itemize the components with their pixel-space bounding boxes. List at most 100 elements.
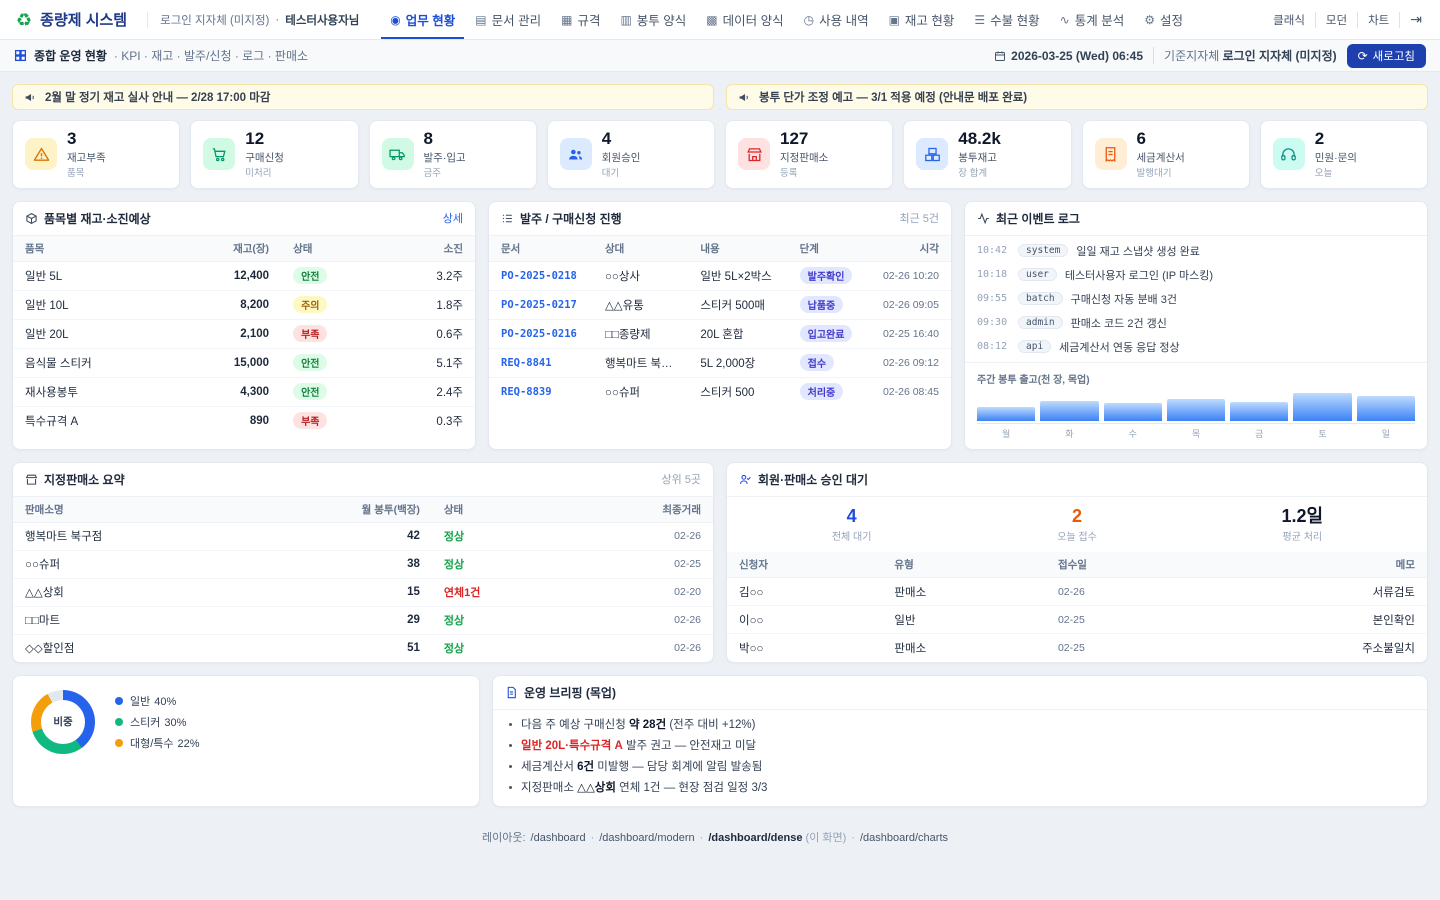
nav-item[interactable]: ▩ 데이터 양식 bbox=[697, 0, 792, 39]
order-doc-link[interactable]: PO-2025-0218 bbox=[501, 270, 577, 282]
kpi-card-complaints[interactable]: 2민원·문의오늘 bbox=[1260, 120, 1428, 189]
nav-item-icon: ◉ bbox=[390, 13, 400, 27]
outlet-name: △△상회 bbox=[13, 578, 244, 606]
stage-badge: 입고완료 bbox=[800, 325, 853, 342]
order-row: PO-2025-0218 ○○상사 일반 5L×2박스 발주확인 02-26 1… bbox=[489, 261, 951, 290]
layout-link[interactable]: /dashboard/charts bbox=[860, 832, 948, 844]
layout-link[interactable]: /dashboard/dense bbox=[708, 832, 802, 844]
briefing-pre: 지정판매소 bbox=[521, 782, 577, 794]
outlet-row: 행복마트 북구점 42 정상 02-26 bbox=[13, 522, 713, 550]
depletion-weeks: 3.2주 bbox=[385, 261, 475, 290]
nav-item-icon: ☰ bbox=[974, 13, 985, 27]
outlet-status: 정상 bbox=[444, 531, 464, 543]
kpi-card-tax-invoices[interactable]: 6세금계산서발행대기 bbox=[1082, 120, 1250, 189]
kpi-card-purchase-requests[interactable]: 12구매신청미처리 bbox=[190, 120, 358, 189]
nav-item[interactable]: ▣ 재고 현황 bbox=[880, 0, 964, 39]
stage-badge: 납품중 bbox=[800, 296, 844, 313]
counterparty: ○○상사 bbox=[593, 261, 688, 290]
nav-item[interactable]: ▥ 봉투 양식 bbox=[611, 0, 695, 39]
kpi-card-bag-inventory[interactable]: 48.2k봉투재고장 합계 bbox=[903, 120, 1071, 189]
detail-link[interactable]: 상세 bbox=[443, 210, 463, 226]
bar bbox=[1230, 402, 1288, 421]
layout-link[interactable]: /dashboard/modern bbox=[599, 832, 694, 844]
weekday-labels: 월화수목금토일 bbox=[977, 423, 1415, 440]
panel-title: 회원·판매소 승인 대기 bbox=[739, 471, 868, 488]
order-doc-link[interactable]: PO-2025-0216 bbox=[501, 328, 577, 340]
warning-icon bbox=[25, 138, 57, 170]
refresh-button[interactable]: ⟳ 새로고침 bbox=[1347, 44, 1426, 68]
panel-title: 최근 이벤트 로그 bbox=[977, 210, 1080, 227]
kpi-label: 재고부족 bbox=[67, 150, 106, 165]
counterparty: 행복마트 북… bbox=[593, 348, 688, 377]
kpi-card-member-approvals[interactable]: 4회원승인대기 bbox=[547, 120, 715, 189]
approval-row: 박○○ 판매소 02-25 주소불일치 bbox=[727, 634, 1427, 662]
outlet-name: 행복마트 북구점 bbox=[13, 522, 244, 550]
log-entry: 10:18 user 테스터사용자 로그인 (IP 마스킹) bbox=[965, 263, 1427, 287]
nav-item[interactable]: ⚙ 설정 bbox=[1135, 0, 1192, 39]
dashboard-content: 2월 말 정기 재고 실사 안내 — 2/28 17:00 마감 봉투 단가 조… bbox=[0, 72, 1440, 859]
nav-item[interactable]: ◷ 사용 내역 bbox=[795, 0, 878, 39]
legend-item: 스티커30% bbox=[115, 714, 200, 730]
stat-today-received: 2 오늘 접수 bbox=[964, 507, 1189, 544]
grid-icon bbox=[14, 49, 27, 62]
received-date: 02-26 bbox=[1046, 578, 1201, 606]
item-name: 일반 5L bbox=[13, 261, 174, 290]
memo: 서류검토 bbox=[1201, 578, 1427, 606]
view-mode-switcher: 클래식모던차트 bbox=[1263, 12, 1400, 28]
kpi-label: 발주·입고 bbox=[424, 150, 466, 165]
order-time: 02-26 09:12 bbox=[868, 348, 951, 377]
bar bbox=[1040, 401, 1098, 421]
box-icon bbox=[25, 212, 38, 225]
kpi-card-designated-outlets[interactable]: 127지정판매소등록 bbox=[725, 120, 893, 189]
kpi-card-stock-shortage[interactable]: 3재고부족품목 bbox=[12, 120, 180, 189]
log-tag: api bbox=[1018, 340, 1051, 353]
nav-item-label: 사용 내역 bbox=[819, 10, 868, 29]
nav-item[interactable]: ▦ 규격 bbox=[552, 0, 609, 39]
memo: 본인확인 bbox=[1201, 606, 1427, 634]
nav-item-icon: ◷ bbox=[804, 13, 814, 27]
day-label: 금 bbox=[1230, 427, 1288, 440]
view-mode-link[interactable]: 모던 bbox=[1316, 12, 1358, 28]
recent-count-label: 최근 5건 bbox=[899, 210, 939, 226]
layout-link[interactable]: /dashboard bbox=[531, 832, 586, 844]
stock-row: 일반 10L 8,200 주의 1.8주 bbox=[13, 290, 475, 319]
breadcrumb: 종합 운영 현황 · KPI · 재고 · 발주/신청 · 로그 · 판매소 bbox=[14, 47, 308, 64]
nav-item-icon: ▥ bbox=[620, 13, 631, 27]
last-trade-date: 02-26 bbox=[570, 522, 713, 550]
item-name: 음식물 스티커 bbox=[13, 348, 174, 377]
view-mode-link[interactable]: 차트 bbox=[1358, 12, 1400, 28]
kpi-value: 8 bbox=[424, 130, 466, 149]
log-message: 일일 재고 스냅샷 생성 완료 bbox=[1076, 243, 1200, 259]
nav-item[interactable]: ∿ 통계 분석 bbox=[1051, 0, 1134, 39]
nav-item-label: 규격 bbox=[577, 10, 600, 29]
kpi-label: 봉투재고 bbox=[958, 150, 1001, 165]
nav-item[interactable]: ☰ 수불 현황 bbox=[965, 0, 1048, 39]
nav-item-label: 업무 현황 bbox=[406, 10, 455, 29]
user-check-icon bbox=[739, 473, 752, 486]
order-doc-link[interactable]: PO-2025-0217 bbox=[501, 299, 577, 311]
kpi-card-orders-inbound[interactable]: 8발주·입고금주 bbox=[369, 120, 537, 189]
outlet-row: △△상회 15 연체1건 02-20 bbox=[13, 578, 713, 606]
view-mode-link[interactable]: 클래식 bbox=[1263, 12, 1316, 28]
panel-title: 품목별 재고·소진예상 bbox=[25, 210, 151, 227]
calendar-icon bbox=[994, 50, 1006, 62]
nav-item[interactable]: ◉ 업무 현황 bbox=[381, 0, 464, 39]
nav-item-label: 봉투 양식 bbox=[637, 10, 686, 29]
event-log-list: 10:42 system 일일 재고 스냅샷 생성 완료 10:18 user … bbox=[965, 236, 1427, 362]
nav-item-icon: ⚙ bbox=[1144, 13, 1155, 27]
outlet-row: □□마트 29 정상 02-26 bbox=[13, 606, 713, 634]
item-name: 재사용봉투 bbox=[13, 377, 174, 406]
order-doc-link[interactable]: REQ-8841 bbox=[501, 357, 552, 369]
applicant-type: 일반 bbox=[882, 606, 1046, 634]
panel-title: 운영 브리핑 (목업) bbox=[505, 684, 616, 701]
exit-icon[interactable]: ⇥ bbox=[1400, 11, 1424, 28]
nav-item[interactable]: ▤ 문서 관리 bbox=[466, 0, 550, 39]
order-doc-link[interactable]: REQ-8839 bbox=[501, 386, 552, 398]
legend-label: 대형/특수 bbox=[130, 738, 174, 750]
log-entry: 08:12 api 세금계산서 연동 응답 정상 bbox=[965, 335, 1427, 359]
nav-item-label: 설정 bbox=[1160, 10, 1183, 29]
depletion-weeks: 1.8주 bbox=[385, 290, 475, 319]
legend-dot bbox=[115, 697, 123, 705]
briefing-list: 다음 주 예상 구매신청 약 28건 (전주 대비 +12%) 일반 20L·특… bbox=[493, 710, 1427, 807]
applicant-type: 판매소 bbox=[882, 634, 1046, 662]
